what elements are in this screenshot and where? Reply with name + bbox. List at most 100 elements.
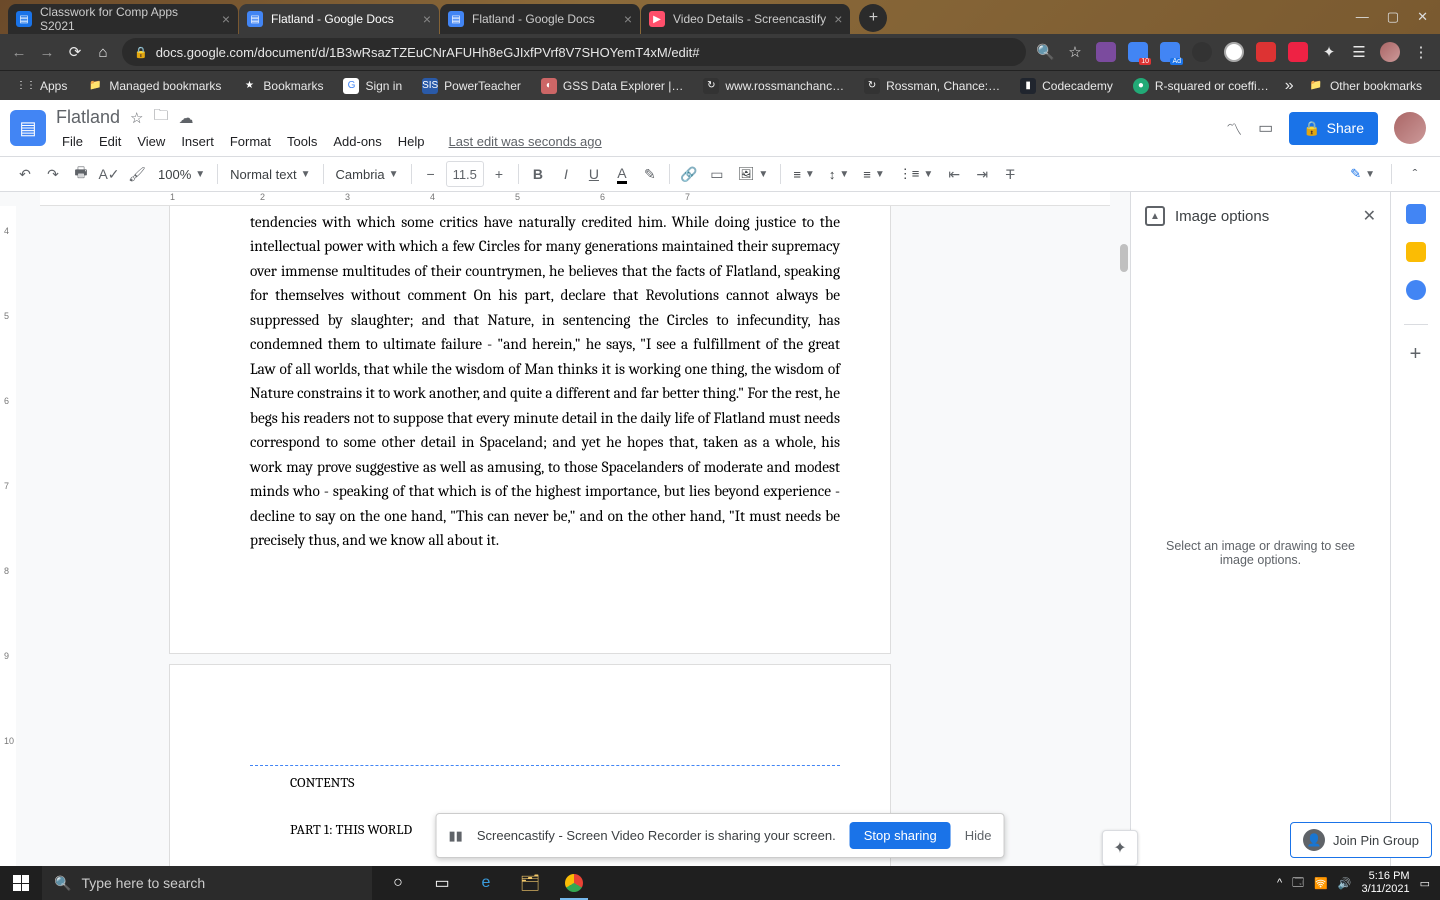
forward-button[interactable]: → [38,44,56,61]
scrollbar-thumb[interactable] [1120,244,1128,272]
bookmarks-overflow[interactable]: » [1285,77,1294,95]
other-bookmarks[interactable]: 📁Other bookmarks [1300,74,1430,98]
browser-tab[interactable]: ▶Video Details - Screencastify× [641,4,850,34]
print-button[interactable]: 🖶 [68,161,94,187]
numbered-list-button[interactable]: ≡▼ [857,167,891,182]
underline-button[interactable]: U [581,161,607,187]
font-size-decrease[interactable]: − [418,161,444,187]
move-icon[interactable]: 🗀 [154,105,169,130]
chrome-menu-icon[interactable]: ⋮ [1412,43,1430,61]
close-icon[interactable]: × [826,11,842,27]
tasks-icon[interactable] [1406,280,1426,300]
highlight-button[interactable]: ✎ [637,161,663,187]
notifications-icon[interactable]: ▭ [1420,877,1430,890]
undo-button[interactable]: ↶ [12,161,38,187]
home-button[interactable]: ⌂ [94,44,112,61]
pause-icon[interactable]: ▮▮ [449,828,463,844]
insert-comment-button[interactable]: ▭ [704,161,730,187]
explore-button[interactable]: ✦ [1102,830,1138,866]
extension-icon[interactable] [1288,42,1308,62]
reload-button[interactable]: ⟳ [66,43,84,61]
horizontal-ruler[interactable]: 1 2 3 4 5 6 7 [40,192,1110,206]
menu-view[interactable]: View [131,132,171,151]
font-select[interactable]: Cambria▼ [330,167,405,182]
cortana-icon[interactable]: ○ [378,866,418,900]
hide-banner-button[interactable]: Hide [965,828,992,843]
bookmark-item[interactable]: ↻Rossman, Chance:… [856,74,1008,98]
close-panel-button[interactable]: ✕ [1363,206,1376,226]
redo-button[interactable]: ↷ [40,161,66,187]
url-input[interactable]: 🔒docs.google.com/document/d/1B3wRsazTZEu… [122,38,1026,66]
clear-format-button[interactable]: T [997,161,1023,187]
docs-logo-icon[interactable]: ▤ [10,110,46,146]
task-view-icon[interactable]: ▭ [422,866,462,900]
bookmark-item[interactable]: SISPowerTeacher [414,74,529,98]
maximize-button[interactable]: ▢ [1387,9,1399,25]
start-button[interactable] [0,866,42,900]
cloud-status-icon[interactable]: ☁ [179,109,194,127]
profile-avatar[interactable] [1380,42,1400,62]
body-paragraph[interactable]: tendencies with which some critics have … [250,210,840,553]
bookmark-item[interactable]: ▮Codecademy [1012,74,1121,98]
chrome-icon[interactable] [554,866,594,900]
insert-image-button[interactable]: 🖼▼ [732,166,774,182]
zoom-icon[interactable]: 🔍 [1036,43,1054,61]
share-button[interactable]: 🔒Share [1289,112,1378,145]
back-button[interactable]: ← [10,44,28,61]
tray-up-icon[interactable]: ^ [1277,877,1282,889]
font-size-increase[interactable]: + [486,161,512,187]
extension-icon[interactable]: 10 [1128,42,1148,62]
bookmark-item[interactable]: 📁Managed bookmarks [79,74,229,98]
extension-icon[interactable] [1224,42,1244,62]
add-addon-button[interactable]: + [1410,343,1422,366]
extension-icon[interactable] [1096,42,1116,62]
close-icon[interactable]: × [415,11,431,27]
last-edit-link[interactable]: Last edit was seconds ago [443,132,608,151]
file-explorer-icon[interactable]: 🗂 [510,866,550,900]
network-icon[interactable]: 🛜 [1314,877,1328,890]
align-button[interactable]: ≡▼ [787,167,821,182]
calendar-icon[interactable] [1406,204,1426,224]
close-icon[interactable]: × [214,11,230,27]
style-select[interactable]: Normal text▼ [224,167,316,182]
insert-link-button[interactable]: 🔗 [676,161,702,187]
menu-format[interactable]: Format [224,132,277,151]
indent-increase-button[interactable]: ⇥ [969,161,995,187]
indent-decrease-button[interactable]: ⇤ [941,161,967,187]
browser-tab[interactable]: ▤Flatland - Google Docs× [239,4,439,34]
extension-icon[interactable] [1256,42,1276,62]
bookmark-item[interactable]: ↻www.rossmanchanc… [695,74,852,98]
paint-format-button[interactable]: 🖌 [124,161,150,187]
line-spacing-button[interactable]: ↕▼ [823,167,855,182]
menu-tools[interactable]: Tools [281,132,323,151]
extension-icon[interactable] [1192,42,1212,62]
page[interactable]: tendencies with which some critics have … [170,206,890,653]
browser-tab[interactable]: ▤Flatland - Google Docs× [440,4,640,34]
menu-addons[interactable]: Add-ons [327,132,387,151]
document-title[interactable]: Flatland [56,107,120,128]
editing-mode-button[interactable]: ✎▼ [1344,166,1381,182]
extensions-menu-icon[interactable]: ✦ [1320,43,1338,61]
bulleted-list-button[interactable]: ⋮≡▼ [893,166,940,182]
close-window-button[interactable]: ✕ [1417,9,1428,25]
menu-help[interactable]: Help [392,132,431,151]
stop-sharing-button[interactable]: Stop sharing [850,822,951,849]
volume-icon[interactable]: 🔊 [1338,877,1352,890]
account-avatar[interactable] [1394,112,1426,144]
menu-file[interactable]: File [56,132,89,151]
activity-icon[interactable]: 〽 [1226,116,1242,140]
zoom-select[interactable]: 100%▼ [152,167,211,182]
italic-button[interactable]: I [553,161,579,187]
star-icon[interactable]: ☆ [130,109,143,127]
document-canvas[interactable]: 1 2 3 4 5 6 7 4 5 6 7 8 9 10 tendencies … [0,192,1130,866]
edge-icon[interactable]: e [466,866,506,900]
collapse-toolbar-button[interactable]: ˆ [1402,161,1428,187]
font-size-input[interactable]: 11.5 [446,161,484,187]
spellcheck-button[interactable]: A✓ [96,161,122,187]
comments-icon[interactable]: ▭ [1258,118,1273,138]
bookmark-item[interactable]: ★Bookmarks [233,74,331,98]
minimize-button[interactable]: — [1356,9,1369,25]
close-icon[interactable]: × [616,11,632,27]
extension-icon[interactable]: Ad [1160,42,1180,62]
new-tab-button[interactable]: + [859,4,887,32]
